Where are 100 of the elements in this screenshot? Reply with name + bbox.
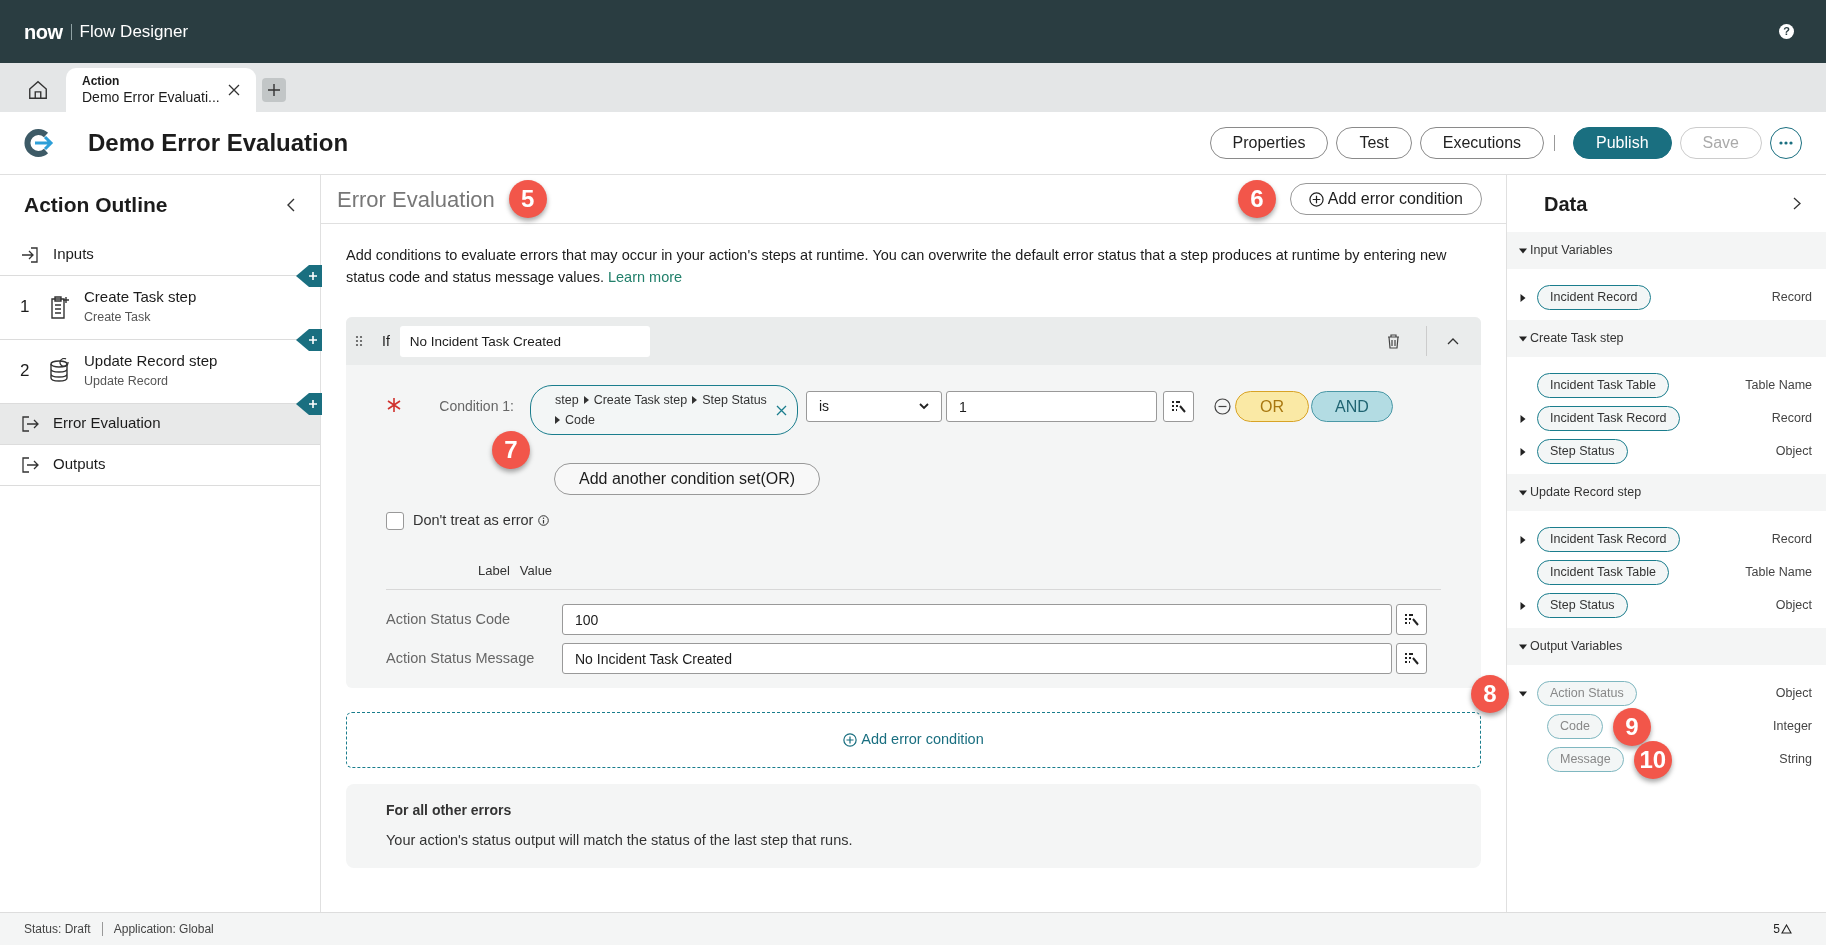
data-type: Object [1775, 685, 1812, 703]
callout-badge: 9 [1612, 707, 1651, 746]
toolbar-button[interactable]: Properties [1209, 127, 1329, 159]
outline-item[interactable]: Error Evaluation [0, 403, 320, 445]
new-tab-button[interactable] [262, 78, 286, 102]
action-title: Demo Error Evaluation [88, 128, 349, 158]
drag-handle-icon[interactable] [355, 335, 363, 347]
add-condition-set-button[interactable]: Add another condition set(OR) [554, 463, 821, 495]
caret-down-icon [1519, 642, 1527, 651]
warning-icon[interactable] [1781, 924, 1792, 934]
data-pill[interactable]: Incident Task Record [1537, 406, 1680, 431]
data-pill[interactable]: Incident Task Table [1537, 560, 1669, 585]
data-picker-icon [1404, 652, 1419, 666]
callout-badge: 8 [1471, 674, 1509, 713]
section-header[interactable]: Create Task step [1507, 320, 1826, 357]
data-picker-button[interactable] [1396, 643, 1427, 675]
column-header: Value [519, 561, 553, 580]
chevron-up-icon[interactable] [1447, 337, 1459, 345]
section-header[interactable]: Output Variables [1507, 628, 1826, 665]
callout-badge: 10 [1633, 740, 1672, 779]
data-type: Object [1775, 597, 1812, 615]
section-header[interactable]: Input Variables [1507, 232, 1826, 269]
add-step-icon[interactable] [296, 328, 322, 351]
pill-text: Create Task step [593, 392, 688, 409]
outline-title: Action Outline [24, 192, 168, 218]
pill-text: step [555, 392, 579, 409]
warning-count[interactable]: 5 [1773, 920, 1780, 938]
plus-circle-icon [843, 733, 858, 748]
data-type: Record [1771, 531, 1812, 549]
caret-right-icon [583, 396, 589, 404]
trash-icon[interactable] [1387, 333, 1400, 349]
document-tab[interactable]: Action Demo Error Evaluati... [66, 68, 256, 112]
chevron-down-icon [919, 403, 929, 410]
caret-right-icon[interactable] [1519, 293, 1527, 302]
outline-label: Outputs [53, 454, 106, 475]
input-field[interactable]: No Incident Task Created [562, 643, 1392, 675]
add-step-icon[interactable] [296, 392, 322, 415]
status-text: Application: Global [113, 921, 214, 938]
caret-right-icon [555, 416, 560, 424]
caret-right-icon[interactable] [1519, 447, 1527, 456]
info-icon [538, 515, 550, 527]
plus-circle-icon [1308, 191, 1324, 207]
toolbar-button[interactable]: Test [1336, 127, 1412, 159]
card-title: For all other errors [386, 801, 513, 821]
step-number: 2 [20, 360, 31, 383]
data-picker-button[interactable] [1163, 391, 1194, 422]
home-icon [27, 79, 49, 101]
data-picker-icon [1404, 613, 1419, 627]
value-field[interactable]: 1 [946, 391, 1157, 422]
toolbar-button[interactable]: Executions [1419, 127, 1545, 159]
caret-right-icon[interactable] [1519, 601, 1527, 610]
data-type: String [1779, 751, 1812, 769]
data-picker-button[interactable] [1396, 604, 1427, 636]
condition-name-field[interactable]: No Incident Task Created [399, 325, 650, 357]
input-field[interactable]: 100 [562, 604, 1392, 636]
checkbox-label: Don't treat as error [413, 511, 534, 530]
app-title: Flow Designer [79, 20, 189, 43]
data-type: Record [1771, 410, 1812, 428]
card-text: Your action's status output will match the status of the last step that runs. [386, 831, 854, 851]
input-arrow-icon [20, 244, 40, 265]
data-pill[interactable]: step Create Task step Step Status Code [530, 385, 798, 435]
learn-more-link[interactable]: Learn more [607, 269, 683, 285]
add-step-icon[interactable] [296, 264, 322, 287]
more-icon [1779, 141, 1793, 145]
data-pill[interactable]: Step Status [1537, 439, 1628, 464]
caret-right-icon[interactable] [1519, 535, 1527, 544]
and-button[interactable]: AND [1311, 391, 1393, 422]
checkbox[interactable] [386, 511, 404, 530]
caret-right-icon[interactable] [1519, 414, 1527, 423]
data-type: Table Name [1745, 564, 1812, 582]
data-pill[interactable]: Step Status [1537, 593, 1628, 618]
add-error-condition-button[interactable]: Add error condition [346, 712, 1481, 769]
collapse-icon[interactable] [286, 197, 296, 212]
data-pill[interactable]: Incident Task Table [1537, 373, 1669, 398]
section-heading: Error Evaluation [337, 185, 495, 214]
step-title: Create Task step [84, 288, 197, 308]
help-icon[interactable]: ? [1779, 24, 1794, 39]
data-pill[interactable]: Incident Task Record [1537, 527, 1680, 552]
step-title: Update Record step [84, 352, 218, 372]
operator-select[interactable]: is [806, 391, 942, 422]
database-icon [48, 357, 72, 385]
plus-icon [267, 83, 281, 97]
close-icon[interactable] [228, 84, 240, 96]
clipboard-icon [48, 293, 72, 321]
step-subtitle: Create Task [84, 310, 152, 326]
add-error-condition-button[interactable]: Add error condition [1289, 183, 1482, 215]
action-logo-icon [24, 128, 54, 158]
toolbar-button[interactable]: Publish [1573, 127, 1672, 159]
data-type: Record [1771, 289, 1812, 307]
caret-right-icon [692, 396, 698, 404]
expand-icon[interactable] [1793, 197, 1801, 210]
remove-icon[interactable] [1214, 398, 1231, 415]
pill-text: Code [565, 412, 595, 429]
condition-label: Condition 1: [438, 397, 514, 416]
field-label: Action Status Message [386, 648, 536, 668]
panel-title: Data [1544, 191, 1588, 217]
data-pill[interactable]: Incident Record [1537, 285, 1651, 310]
section-header[interactable]: Update Record step [1507, 474, 1826, 511]
data-type: Object [1775, 443, 1812, 461]
exit-arrow-icon [20, 454, 40, 475]
